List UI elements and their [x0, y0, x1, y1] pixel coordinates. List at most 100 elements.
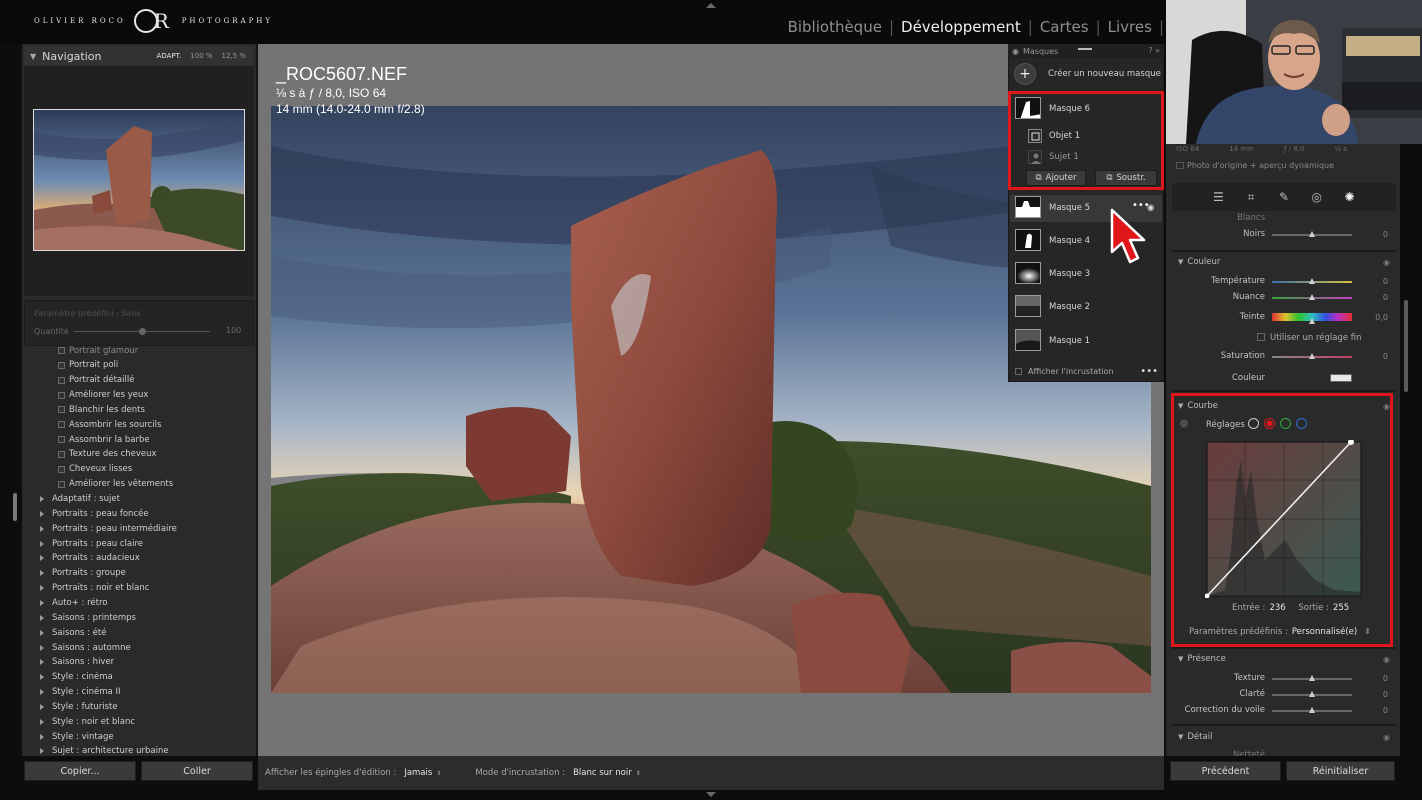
- create-mask-row[interactable]: + Créer un nouveau masque: [1014, 63, 1161, 85]
- pins-chevron-icon[interactable]: ⬍: [436, 770, 441, 777]
- preset-group[interactable]: Style : vintage: [26, 729, 114, 744]
- module-map[interactable]: Cartes: [1033, 18, 1096, 36]
- expand-triangle-icon[interactable]: [40, 629, 44, 636]
- saturation-slider-knob[interactable]: [1309, 353, 1315, 359]
- preset-group[interactable]: Style : cinéma: [26, 670, 113, 685]
- mask-1-label[interactable]: Masque 1: [1049, 336, 1090, 346]
- healing-icon[interactable]: ✎: [1277, 190, 1291, 204]
- left-panel-scrollbar[interactable]: [13, 493, 17, 521]
- pins-select[interactable]: Jamais: [404, 768, 432, 778]
- preset-group[interactable]: Sujet : architecture urbaine: [26, 744, 169, 756]
- presence-section-eye-icon[interactable]: ◉: [1383, 655, 1390, 664]
- preset-group[interactable]: Auto+ : rétro: [26, 595, 108, 610]
- detail-section-header[interactable]: ▼ Détail ◉: [1172, 728, 1396, 746]
- preset-group[interactable]: Portraits : groupe: [26, 566, 126, 581]
- dehaze-slider-knob[interactable]: [1309, 707, 1315, 713]
- preset-group[interactable]: Adaptatif : sujet: [26, 492, 120, 507]
- expand-triangle-icon[interactable]: [40, 674, 44, 681]
- color-mixer-swatch-icon[interactable]: [1330, 374, 1352, 382]
- preset-group[interactable]: Saisons : automne: [26, 640, 131, 655]
- preset-group[interactable]: Style : noir et blanc: [26, 714, 135, 729]
- preset-group[interactable]: Style : cinéma II: [26, 685, 120, 700]
- masks-panel-header[interactable]: ◉ Masques ? »: [1008, 44, 1164, 58]
- preset-group[interactable]: Portraits : peau foncée: [26, 506, 149, 521]
- mask-4-label[interactable]: Masque 4: [1049, 236, 1090, 246]
- bottom-panel-toggle-icon[interactable]: [706, 792, 716, 797]
- expand-triangle-icon[interactable]: [40, 599, 44, 606]
- expand-triangle-icon[interactable]: [40, 718, 44, 725]
- top-panel-toggle-icon[interactable]: [706, 3, 716, 8]
- texture-slider-knob[interactable]: [1309, 675, 1315, 681]
- mask-1-thumbnail[interactable]: [1015, 329, 1041, 351]
- navigator-header[interactable]: ▼ Navigation ADAPT. 100 % 12,5 %: [24, 46, 254, 66]
- crop-icon[interactable]: ⌗: [1244, 190, 1258, 204]
- preset-group[interactable]: Portraits : noir et blanc: [26, 581, 149, 596]
- mask-3-thumbnail[interactable]: [1015, 262, 1041, 284]
- previous-button[interactable]: Précédent: [1170, 761, 1281, 781]
- mask-3-label[interactable]: Masque 3: [1049, 269, 1090, 279]
- navigator-thumbnail[interactable]: [33, 109, 245, 251]
- color-section-eye-icon[interactable]: ◉: [1383, 258, 1390, 267]
- zoom-100[interactable]: 100 %: [190, 52, 212, 60]
- preset-item[interactable]: Portrait glamour: [26, 344, 138, 358]
- mask-2-label[interactable]: Masque 2: [1049, 302, 1090, 312]
- module-develop[interactable]: Développement: [894, 18, 1028, 36]
- expand-triangle-icon[interactable]: [40, 496, 44, 502]
- expand-triangle-icon[interactable]: [40, 614, 44, 621]
- preset-group[interactable]: Portraits : peau intermédiaire: [26, 521, 177, 536]
- original-preview-icon[interactable]: [1176, 162, 1184, 169]
- preset-item[interactable]: Portrait détaillé: [26, 373, 134, 388]
- preset-group[interactable]: Saisons : été: [26, 625, 106, 640]
- overlay-more-icon[interactable]: •••: [1140, 366, 1158, 377]
- module-book[interactable]: Livres: [1101, 18, 1159, 36]
- expand-triangle-icon[interactable]: [40, 748, 44, 755]
- original-preview-row[interactable]: Photo d'origine + aperçu dynamique: [1176, 161, 1334, 170]
- expand-triangle-icon[interactable]: [40, 733, 44, 740]
- plus-icon[interactable]: +: [1014, 63, 1036, 85]
- mask-4-thumbnail[interactable]: [1015, 229, 1041, 251]
- masking-icon[interactable]: ✺: [1343, 190, 1357, 204]
- reset-button[interactable]: Réinitialiser: [1286, 761, 1395, 781]
- overlay-mode-chevron-icon[interactable]: ⬍: [636, 770, 641, 777]
- mask-2-thumbnail[interactable]: [1015, 295, 1041, 317]
- expand-triangle-icon[interactable]: [40, 644, 44, 651]
- preset-group[interactable]: Style : futuriste: [26, 699, 118, 714]
- preset-group[interactable]: Portraits : peau claire: [26, 536, 143, 551]
- right-panel-scrollbar[interactable]: [1404, 300, 1408, 392]
- expand-triangle-icon[interactable]: [40, 555, 44, 562]
- nuance-slider-knob[interactable]: [1309, 294, 1315, 300]
- expand-triangle-icon[interactable]: [40, 510, 44, 517]
- preset-group[interactable]: Portraits : audacieux: [26, 551, 140, 566]
- temperature-slider-knob[interactable]: [1309, 278, 1315, 284]
- expand-triangle-icon[interactable]: [40, 659, 44, 666]
- preset-item[interactable]: Texture des cheveux: [26, 447, 157, 462]
- show-overlay-row[interactable]: Afficher l'incrustation •••: [1008, 362, 1164, 380]
- expand-triangle-icon[interactable]: [40, 540, 44, 547]
- expand-triangle-icon[interactable]: [40, 689, 44, 696]
- masks-eye-icon[interactable]: ◉: [1012, 47, 1019, 56]
- module-library[interactable]: Bibliothèque: [781, 18, 889, 36]
- fine-adjust-checkbox[interactable]: [1257, 333, 1265, 341]
- expand-triangle-icon[interactable]: [40, 585, 44, 592]
- collapse-panel-icon[interactable]: ? »: [1148, 46, 1160, 55]
- clarte-slider-knob[interactable]: [1309, 691, 1315, 697]
- preset-group[interactable]: Saisons : printemps: [26, 610, 136, 625]
- preset-item[interactable]: Améliorer les vêtements: [26, 477, 173, 492]
- presence-section-header[interactable]: ▼ Présence ◉: [1172, 650, 1396, 668]
- teinte-slider-knob[interactable]: [1309, 318, 1315, 324]
- quantity-slider-knob[interactable]: [139, 328, 146, 335]
- preset-group[interactable]: Saisons : hiver: [26, 655, 114, 670]
- preset-item[interactable]: Assombrir la barbe: [26, 432, 150, 447]
- preset-item[interactable]: Améliorer les yeux: [26, 388, 148, 403]
- preset-item[interactable]: Cheveux lisses: [26, 462, 132, 477]
- detail-section-eye-icon[interactable]: ◉: [1383, 733, 1390, 742]
- expand-triangle-icon[interactable]: [40, 570, 44, 577]
- paste-button[interactable]: Coller: [141, 761, 253, 781]
- drag-handle-icon[interactable]: [1078, 48, 1092, 50]
- mask-5-thumbnail[interactable]: [1015, 196, 1041, 218]
- copy-button[interactable]: Copier...: [24, 761, 136, 781]
- show-overlay-checkbox[interactable]: [1015, 367, 1022, 375]
- mask-5-label[interactable]: Masque 5: [1049, 203, 1090, 213]
- noirs-slider-knob[interactable]: [1309, 231, 1315, 237]
- red-eye-icon[interactable]: ◎: [1310, 190, 1324, 204]
